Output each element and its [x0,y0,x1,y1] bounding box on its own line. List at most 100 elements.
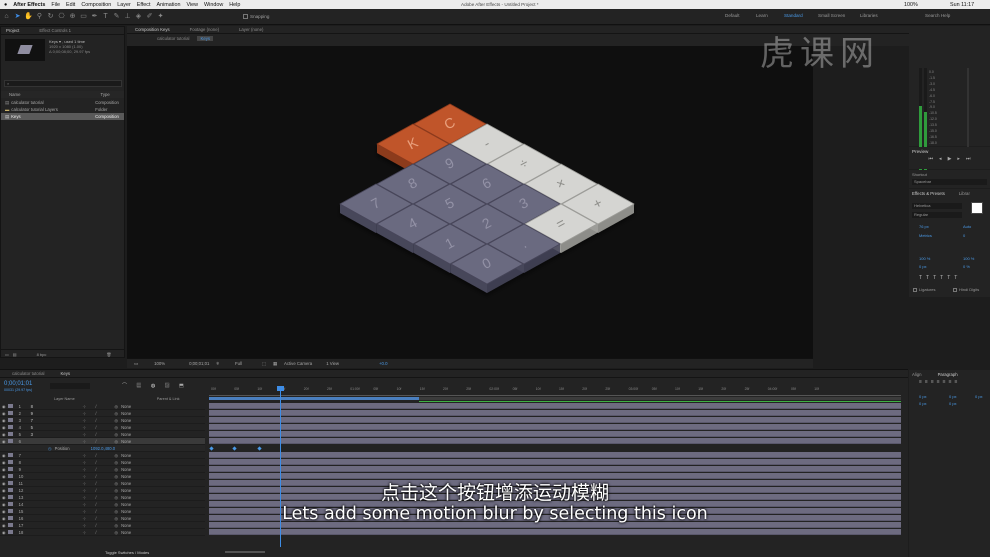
horizontal-scale-field[interactable]: 100 % [963,256,974,261]
parent-value[interactable]: None [121,439,131,444]
layer-duration-bar[interactable] [209,417,901,423]
switch-icons[interactable]: ⊹ / [83,418,101,423]
tab-effect-controls[interactable]: Effect Controls 1 [39,28,71,33]
tab-align[interactable]: Align [912,372,922,377]
exposure-value[interactable]: +0.0 [379,361,387,366]
snapping-checkbox[interactable] [243,14,248,19]
font-dropdown[interactable]: Helvetica [912,203,962,209]
label-color[interactable] [7,467,13,471]
parent-value[interactable]: None [121,453,131,458]
layer-duration-bar[interactable] [209,438,901,444]
space-after-field[interactable]: 0 px [949,401,957,406]
indent-first-field[interactable]: 0 px [919,401,927,406]
project-row[interactable]: ▤ calculator tutorial Composition [1,99,124,106]
parent-pickwhip-icon[interactable]: ◎ [115,460,119,465]
workspace-default[interactable]: Default [725,13,740,18]
layer-row[interactable]: ◉ 7 ⊹ / ◎ None [0,452,205,459]
layer-row[interactable]: ◉ 5 3 ⊹ / ◎ None [0,431,205,438]
puppet-tool-icon[interactable]: ✦ [156,12,165,21]
tab-project[interactable]: Project [6,28,19,33]
menu-window[interactable]: Window [204,2,223,8]
workspace-standard[interactable]: Standard [784,13,803,18]
tab-layer[interactable]: Layer (none) [239,27,263,32]
work-area-bar[interactable] [209,397,419,400]
project-row-selected[interactable]: ▤ Keys Composition [1,113,124,120]
layer-duration-bar[interactable] [209,403,901,409]
keyframe[interactable] [232,446,237,451]
draft-3d-icon[interactable]: ⬒ [179,383,188,389]
hand-tool-icon[interactable]: ✋ [24,12,33,21]
parent-value[interactable]: None [121,530,131,535]
project-row[interactable]: ▬ calculator tutorial Layers Folder [1,106,124,113]
layer-row[interactable]: ◉ 6 ⊹ / ◎ None [0,438,205,445]
col-layer-name[interactable]: Layer Name [54,397,75,401]
switch-icons[interactable]: ⊹ / [83,439,101,444]
kerning-field[interactable]: Metrics [919,233,932,238]
layer-row[interactable]: ◉ 2 9 ⊹ / ◎ None [0,410,205,417]
zoom-dropdown[interactable]: 100% [154,361,165,366]
subtab-keys[interactable]: Keys [197,36,214,41]
menu-edit[interactable]: Edit [66,2,75,8]
label-color[interactable] [7,453,13,457]
subtab-calculator-tutorial[interactable]: calculator tutorial [157,36,189,41]
rotate-tool-icon[interactable]: ↻ [46,12,55,21]
visibility-icon[interactable]: ◉ [2,453,6,458]
switch-icons[interactable]: ⊹ / [83,530,101,535]
time-ruler[interactable]: 00f 05f 10f 15f 20f 25f 01:00f 05f 10f 15f 20f 25f 0… [209,386,901,396]
new-folder-icon[interactable]: ▭ [5,352,9,357]
pen-tool-icon[interactable]: ✒ [90,12,99,21]
composition-viewer[interactable]: C K - ÷ 9 8 × 6 5 7 +3 2 4 =. 1 0 [127,46,813,358]
always-preview-icon[interactable]: ▭ [134,361,138,367]
pan-behind-tool-icon[interactable]: ⊕ [68,12,77,21]
selection-tool-icon[interactable]: ➤ [13,12,22,21]
layer-duration-bar[interactable] [209,466,901,472]
tab-paragraph[interactable]: Paragraph [938,372,958,377]
layer-name[interactable]: 8 [31,404,81,409]
workspace-small-screen[interactable]: Small Screen [818,13,845,18]
home-icon[interactable]: ⌂ [2,12,11,21]
parent-pickwhip-icon[interactable]: ◎ [115,411,119,416]
tab-calculator-tutorial[interactable]: calculator tutorial [12,371,44,376]
views-dropdown[interactable]: 1 View [326,361,339,366]
label-color[interactable] [7,411,13,415]
space-before-field[interactable]: 0 px [975,394,983,399]
shortcut-dropdown[interactable]: Spacebar [912,179,987,185]
current-time[interactable]: 0;00;01;01 [189,361,209,366]
tab-keys[interactable]: Keys [60,371,70,376]
visibility-icon[interactable]: ◉ [2,404,6,409]
visibility-icon[interactable]: ◉ [2,432,6,437]
switch-icons[interactable]: ⊹ / [83,425,101,430]
switch-icons[interactable]: ⊹ / [83,460,101,465]
timecode[interactable]: 0;00;01;01 [4,381,32,387]
vertical-scale-field[interactable]: 100 % [919,256,930,261]
layer-duration-bar[interactable] [209,459,901,465]
resolution-dropdown[interactable]: Full [235,361,242,366]
layer-duration-bar[interactable] [209,431,901,437]
switch-icons[interactable]: ⊹ / [83,467,101,472]
layer-duration-bar[interactable] [209,529,901,535]
layer-row[interactable]: ◉ 8 ⊹ / ◎ None [0,459,205,466]
visibility-icon[interactable]: ◉ [2,425,6,430]
layer-row[interactable]: ◉ 4 5 ⊹ / ◎ None [0,424,205,431]
label-color[interactable] [7,418,13,422]
layer-row[interactable]: ◉ 3 7 ⊹ / ◎ None [0,417,205,424]
position-property-row[interactable]: ◷ Position 1092.0,480.0 [0,445,205,452]
color-swatch[interactable] [971,202,983,214]
zoom-tool-icon[interactable]: ⚲ [35,12,44,21]
layer-duration-bar[interactable] [209,424,901,430]
label-color[interactable] [7,530,13,534]
position-value[interactable]: 1092.0,480.0 [91,446,115,451]
timeline-search[interactable] [50,383,90,389]
switch-icons[interactable]: ⊹ / [83,404,101,409]
tsume-field[interactable]: 0 % [963,264,970,269]
first-frame-icon[interactable]: ⏮ [929,156,934,162]
bpc-label[interactable]: 8 bpc [37,352,47,357]
layer-name[interactable]: 7 [31,418,81,423]
layer-row[interactable]: ◉ 9 ⊹ / ◎ None [0,466,205,473]
parent-value[interactable]: None [121,425,131,430]
col-name[interactable]: Name [9,92,20,97]
parent-pickwhip-icon[interactable]: ◎ [115,425,119,430]
type-tool-icon[interactable]: T [101,12,110,21]
indent-right-field[interactable]: 0 px [949,394,957,399]
brush-tool-icon[interactable]: ✎ [112,12,121,21]
